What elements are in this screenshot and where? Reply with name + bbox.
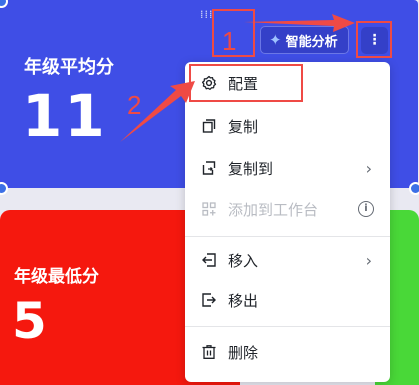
menu-item-delete[interactable]: 删除	[185, 335, 390, 369]
move-out-icon	[202, 293, 216, 307]
chevron-right-icon: ›	[365, 250, 372, 270]
menu-item-add-to-workbench[interactable]: 添加到工作台 i	[185, 192, 390, 226]
menu-item-label: 删除	[228, 343, 259, 362]
move-in-icon	[202, 253, 216, 267]
ai-analysis-button[interactable]: ✦ 智能分析	[260, 26, 349, 54]
menu-item-copy[interactable]: 复制	[185, 109, 390, 143]
context-menu: 配置 复制 复制到 › 添加到工作台 i 移入 › 移出 删除	[185, 62, 390, 382]
annotation-number-2: 2	[127, 90, 142, 120]
menu-item-label: 移入	[228, 251, 259, 270]
menu-divider	[185, 236, 390, 237]
copy-icon	[202, 119, 216, 133]
card-value: 5	[12, 292, 47, 350]
trash-icon	[202, 345, 216, 359]
resize-handle-bottom-left[interactable]	[0, 182, 8, 195]
menu-item-label: 添加到工作台	[228, 200, 319, 219]
menu-item-move-in[interactable]: 移入 ›	[185, 243, 390, 277]
annotation-box-more	[356, 21, 392, 58]
resize-handle-bottom-right[interactable]	[409, 182, 419, 195]
grid-add-icon	[202, 202, 216, 216]
info-icon[interactable]: i	[358, 201, 374, 217]
card-title: 年级最低分	[14, 267, 99, 287]
menu-divider	[185, 326, 390, 327]
sparkle-icon: ✦	[269, 31, 282, 49]
menu-item-label: 复制	[228, 117, 259, 136]
menu-item-move-out[interactable]: 移出	[185, 283, 390, 317]
annotation-number-1: 1	[222, 26, 237, 56]
menu-item-label: 复制到	[228, 159, 274, 178]
copy-to-icon	[202, 161, 216, 175]
ai-analysis-label: 智能分析	[285, 34, 338, 50]
chevron-right-icon: ›	[365, 158, 372, 178]
card-value: 11	[22, 82, 107, 150]
menu-item-copy-to[interactable]: 复制到 ›	[185, 151, 390, 185]
menu-item-label: 移出	[228, 291, 259, 310]
annotation-box-config	[189, 64, 303, 102]
